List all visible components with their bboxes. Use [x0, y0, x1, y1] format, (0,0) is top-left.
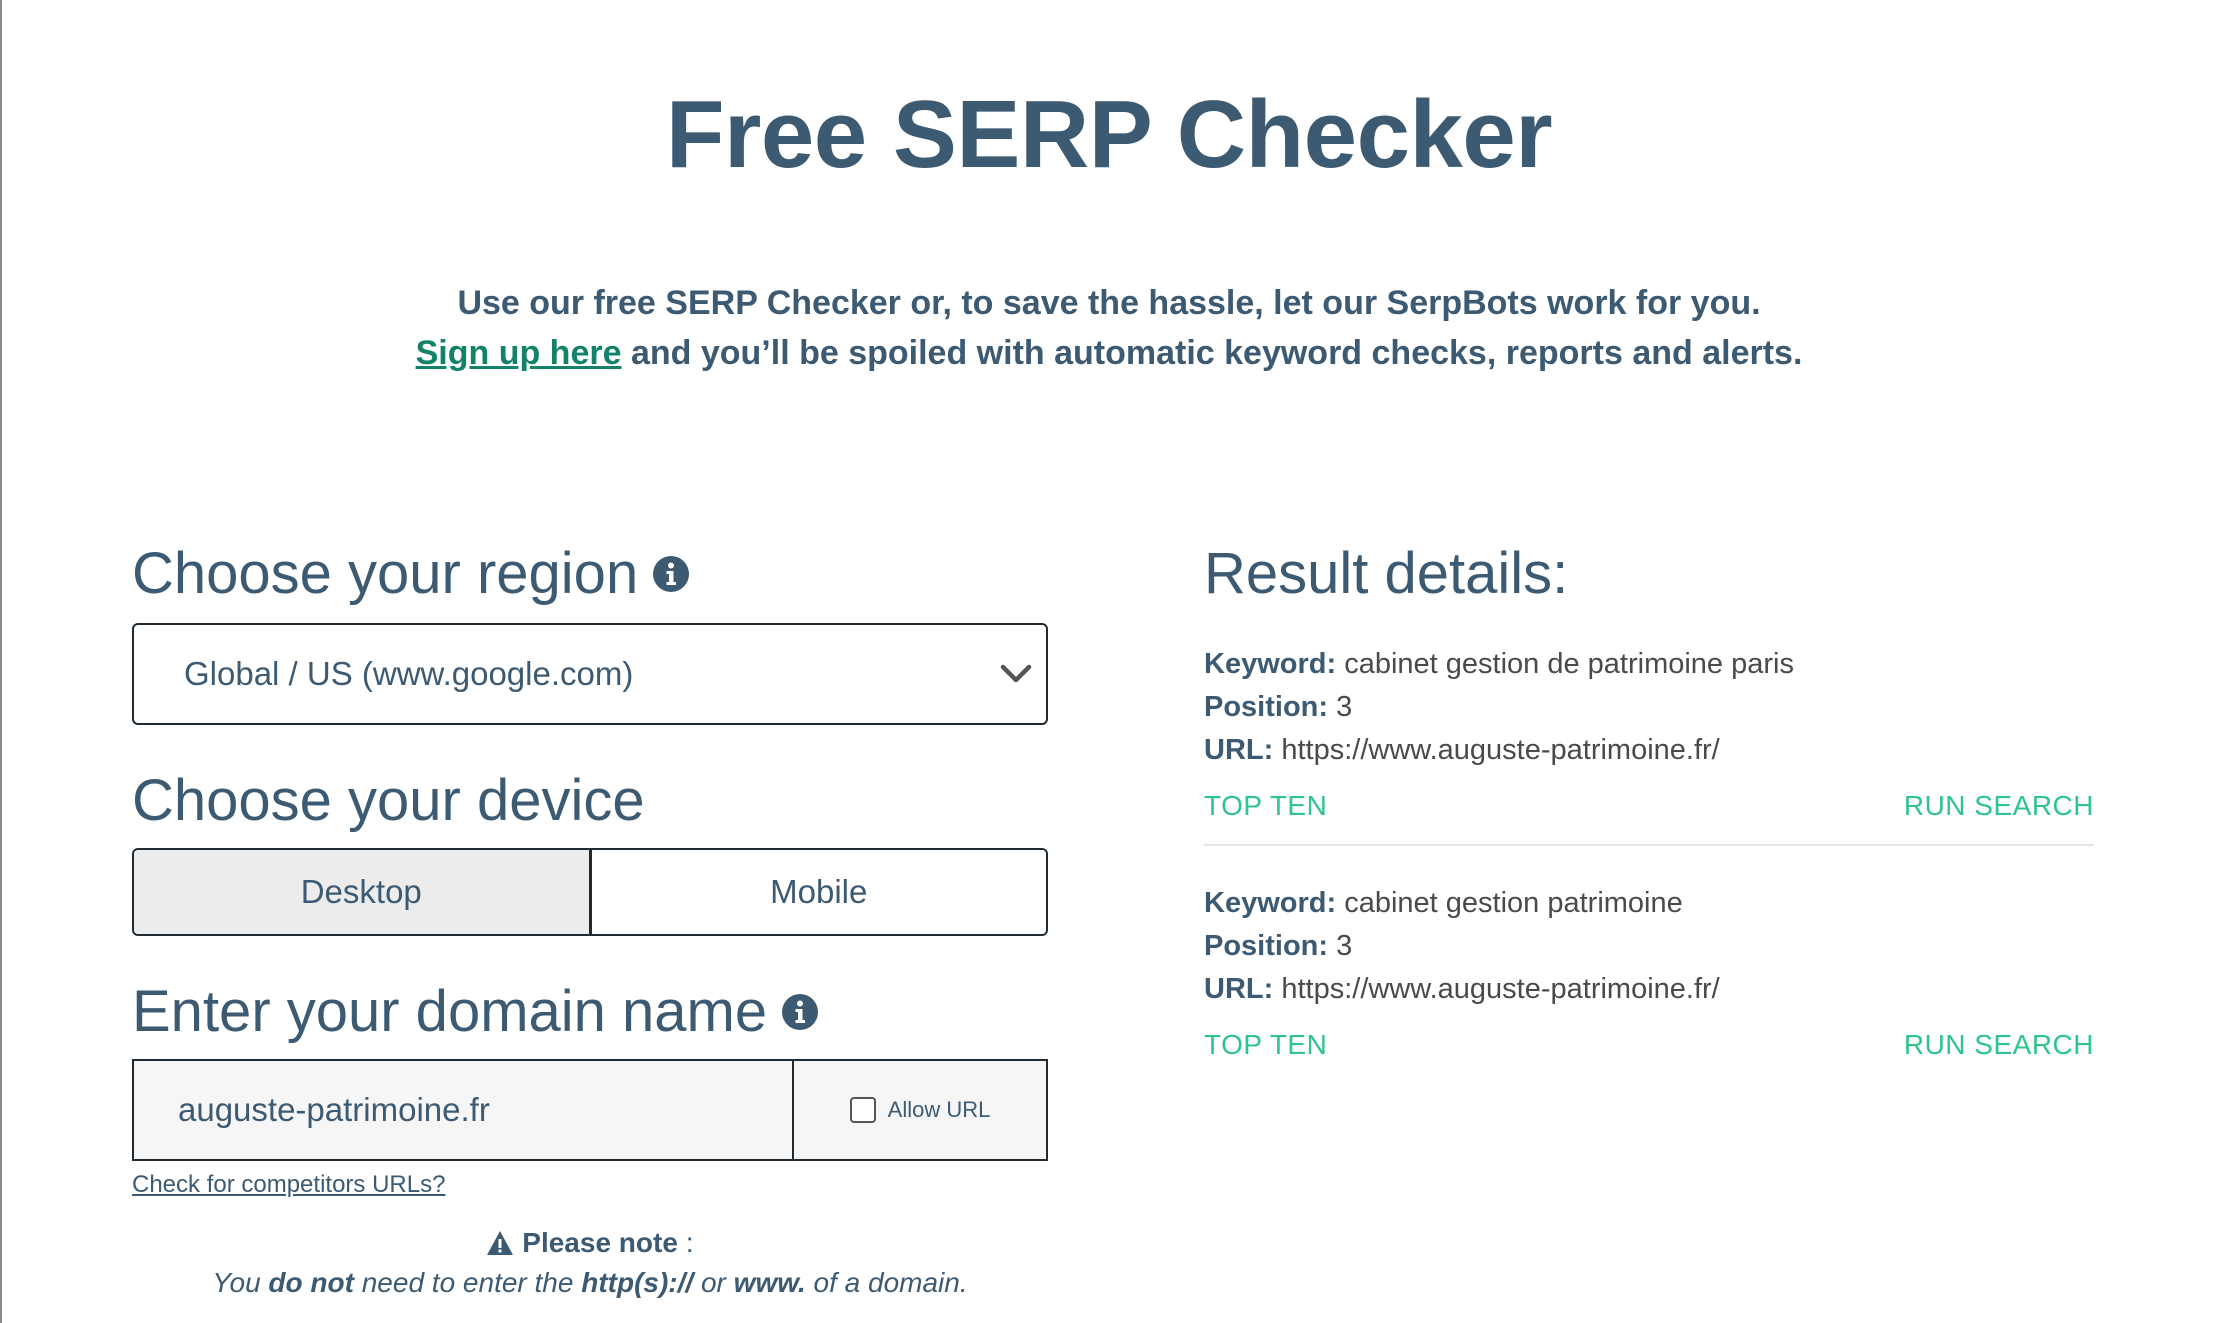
keyword-label: Keyword:: [1204, 648, 1337, 680]
allow-url-checkbox[interactable]: [849, 1097, 876, 1123]
intro-line-1: Use our free SERP Checker or, to save th…: [457, 284, 1761, 322]
note-box: Please note: You do not need to enter th…: [132, 1227, 1048, 1299]
note-part: need to enter the: [353, 1267, 582, 1298]
result-position: Position: 3: [1204, 925, 2094, 968]
note-part: or: [693, 1267, 734, 1298]
url-label: URL:: [1204, 973, 1274, 1005]
domain-input-row: Allow URL: [132, 1059, 1048, 1161]
url-value: https://www.auguste-patrimoine.fr/: [1281, 973, 1720, 1005]
chevron-down-icon: [1000, 664, 1032, 683]
keyword-value: cabinet gestion patrimoine: [1344, 887, 1683, 919]
result-actions: TOP TEN RUN SEARCH: [1204, 790, 2094, 822]
intro-line-2: Sign up here and you’ll be spoiled with …: [2, 328, 2216, 378]
warning-icon: [487, 1231, 514, 1255]
info-icon[interactable]: [652, 555, 690, 593]
desktop-button[interactable]: Desktop: [134, 850, 592, 934]
domain-input[interactable]: [134, 1061, 794, 1159]
note-text: You do not need to enter the http(s):// …: [132, 1267, 1048, 1299]
region-heading: Choose your region: [132, 540, 1052, 607]
position-label: Position:: [1204, 930, 1329, 962]
result-keyword: Keyword: cabinet gestion de patrimoine p…: [1204, 643, 2094, 686]
note-part: of a domain.: [805, 1267, 968, 1298]
result-url: URL: https://www.auguste-patrimoine.fr/: [1204, 968, 2094, 1011]
top-ten-button[interactable]: TOP TEN: [1204, 1029, 1327, 1061]
page-title: Free SERP Checker: [665, 81, 1553, 188]
run-search-button[interactable]: RUN SEARCH: [1904, 1029, 2094, 1061]
region-select[interactable]: Global / US (www.google.com): [132, 623, 1048, 725]
checker-form: Choose your region Global / US (www.goog…: [132, 540, 1052, 1299]
allow-url-label: Allow URL: [887, 1097, 991, 1122]
result-position: Position: 3: [1204, 686, 2094, 729]
note-emphasis: http(s)://: [581, 1267, 694, 1298]
note-title-text: Please note: [522, 1227, 678, 1258]
position-value: 3: [1336, 930, 1353, 962]
device-heading: Choose your device: [132, 767, 1052, 834]
top-ten-button[interactable]: TOP TEN: [1204, 790, 1327, 822]
device-toggle: Desktop Mobile: [132, 848, 1048, 936]
url-label: URL:: [1204, 734, 1274, 766]
allow-url-toggle[interactable]: Allow URL: [794, 1061, 1046, 1159]
device-heading-text: Choose your device: [132, 768, 645, 833]
region-selected-value: Global / US (www.google.com): [184, 655, 634, 692]
result-url: URL: https://www.auguste-patrimoine.fr/: [1204, 729, 2094, 772]
url-value: https://www.auguste-patrimoine.fr/: [1281, 734, 1720, 766]
result-actions: TOP TEN RUN SEARCH: [1204, 1029, 2094, 1061]
mobile-button[interactable]: Mobile: [591, 850, 1046, 934]
info-icon[interactable]: [781, 993, 819, 1031]
competitors-urls-link[interactable]: Check for competitors URLs?: [132, 1171, 445, 1199]
region-heading-text: Choose your region: [132, 541, 639, 606]
intro-text: Use our free SERP Checker or, to save th…: [2, 278, 2216, 378]
note-part: You: [212, 1267, 269, 1298]
result-item: Keyword: cabinet gestion de patrimoine p…: [1204, 607, 2094, 822]
result-keyword: Keyword: cabinet gestion patrimoine: [1204, 882, 2094, 925]
note-emphasis: www.: [733, 1267, 806, 1298]
run-search-button[interactable]: RUN SEARCH: [1904, 790, 2094, 822]
result-item: Keyword: cabinet gestion patrimoine Posi…: [1204, 844, 2094, 1061]
domain-heading-text: Enter your domain name: [132, 979, 768, 1044]
position-value: 3: [1336, 691, 1353, 723]
position-label: Position:: [1204, 691, 1329, 723]
note-title: Please note:: [132, 1227, 1048, 1259]
signup-link[interactable]: Sign up here: [416, 334, 622, 372]
domain-heading: Enter your domain name: [132, 978, 1052, 1045]
intro-line-2-rest: and you’ll be spoiled with automatic key…: [621, 334, 1803, 372]
result-heading: Result details:: [1204, 541, 1569, 606]
note-title-colon: :: [685, 1227, 694, 1258]
keyword-value: cabinet gestion de patrimoine paris: [1344, 648, 1794, 680]
note-emphasis: do not: [268, 1267, 354, 1298]
result-details: Result details: Keyword: cabinet gestion…: [1204, 540, 2094, 1061]
keyword-label: Keyword:: [1204, 887, 1337, 919]
